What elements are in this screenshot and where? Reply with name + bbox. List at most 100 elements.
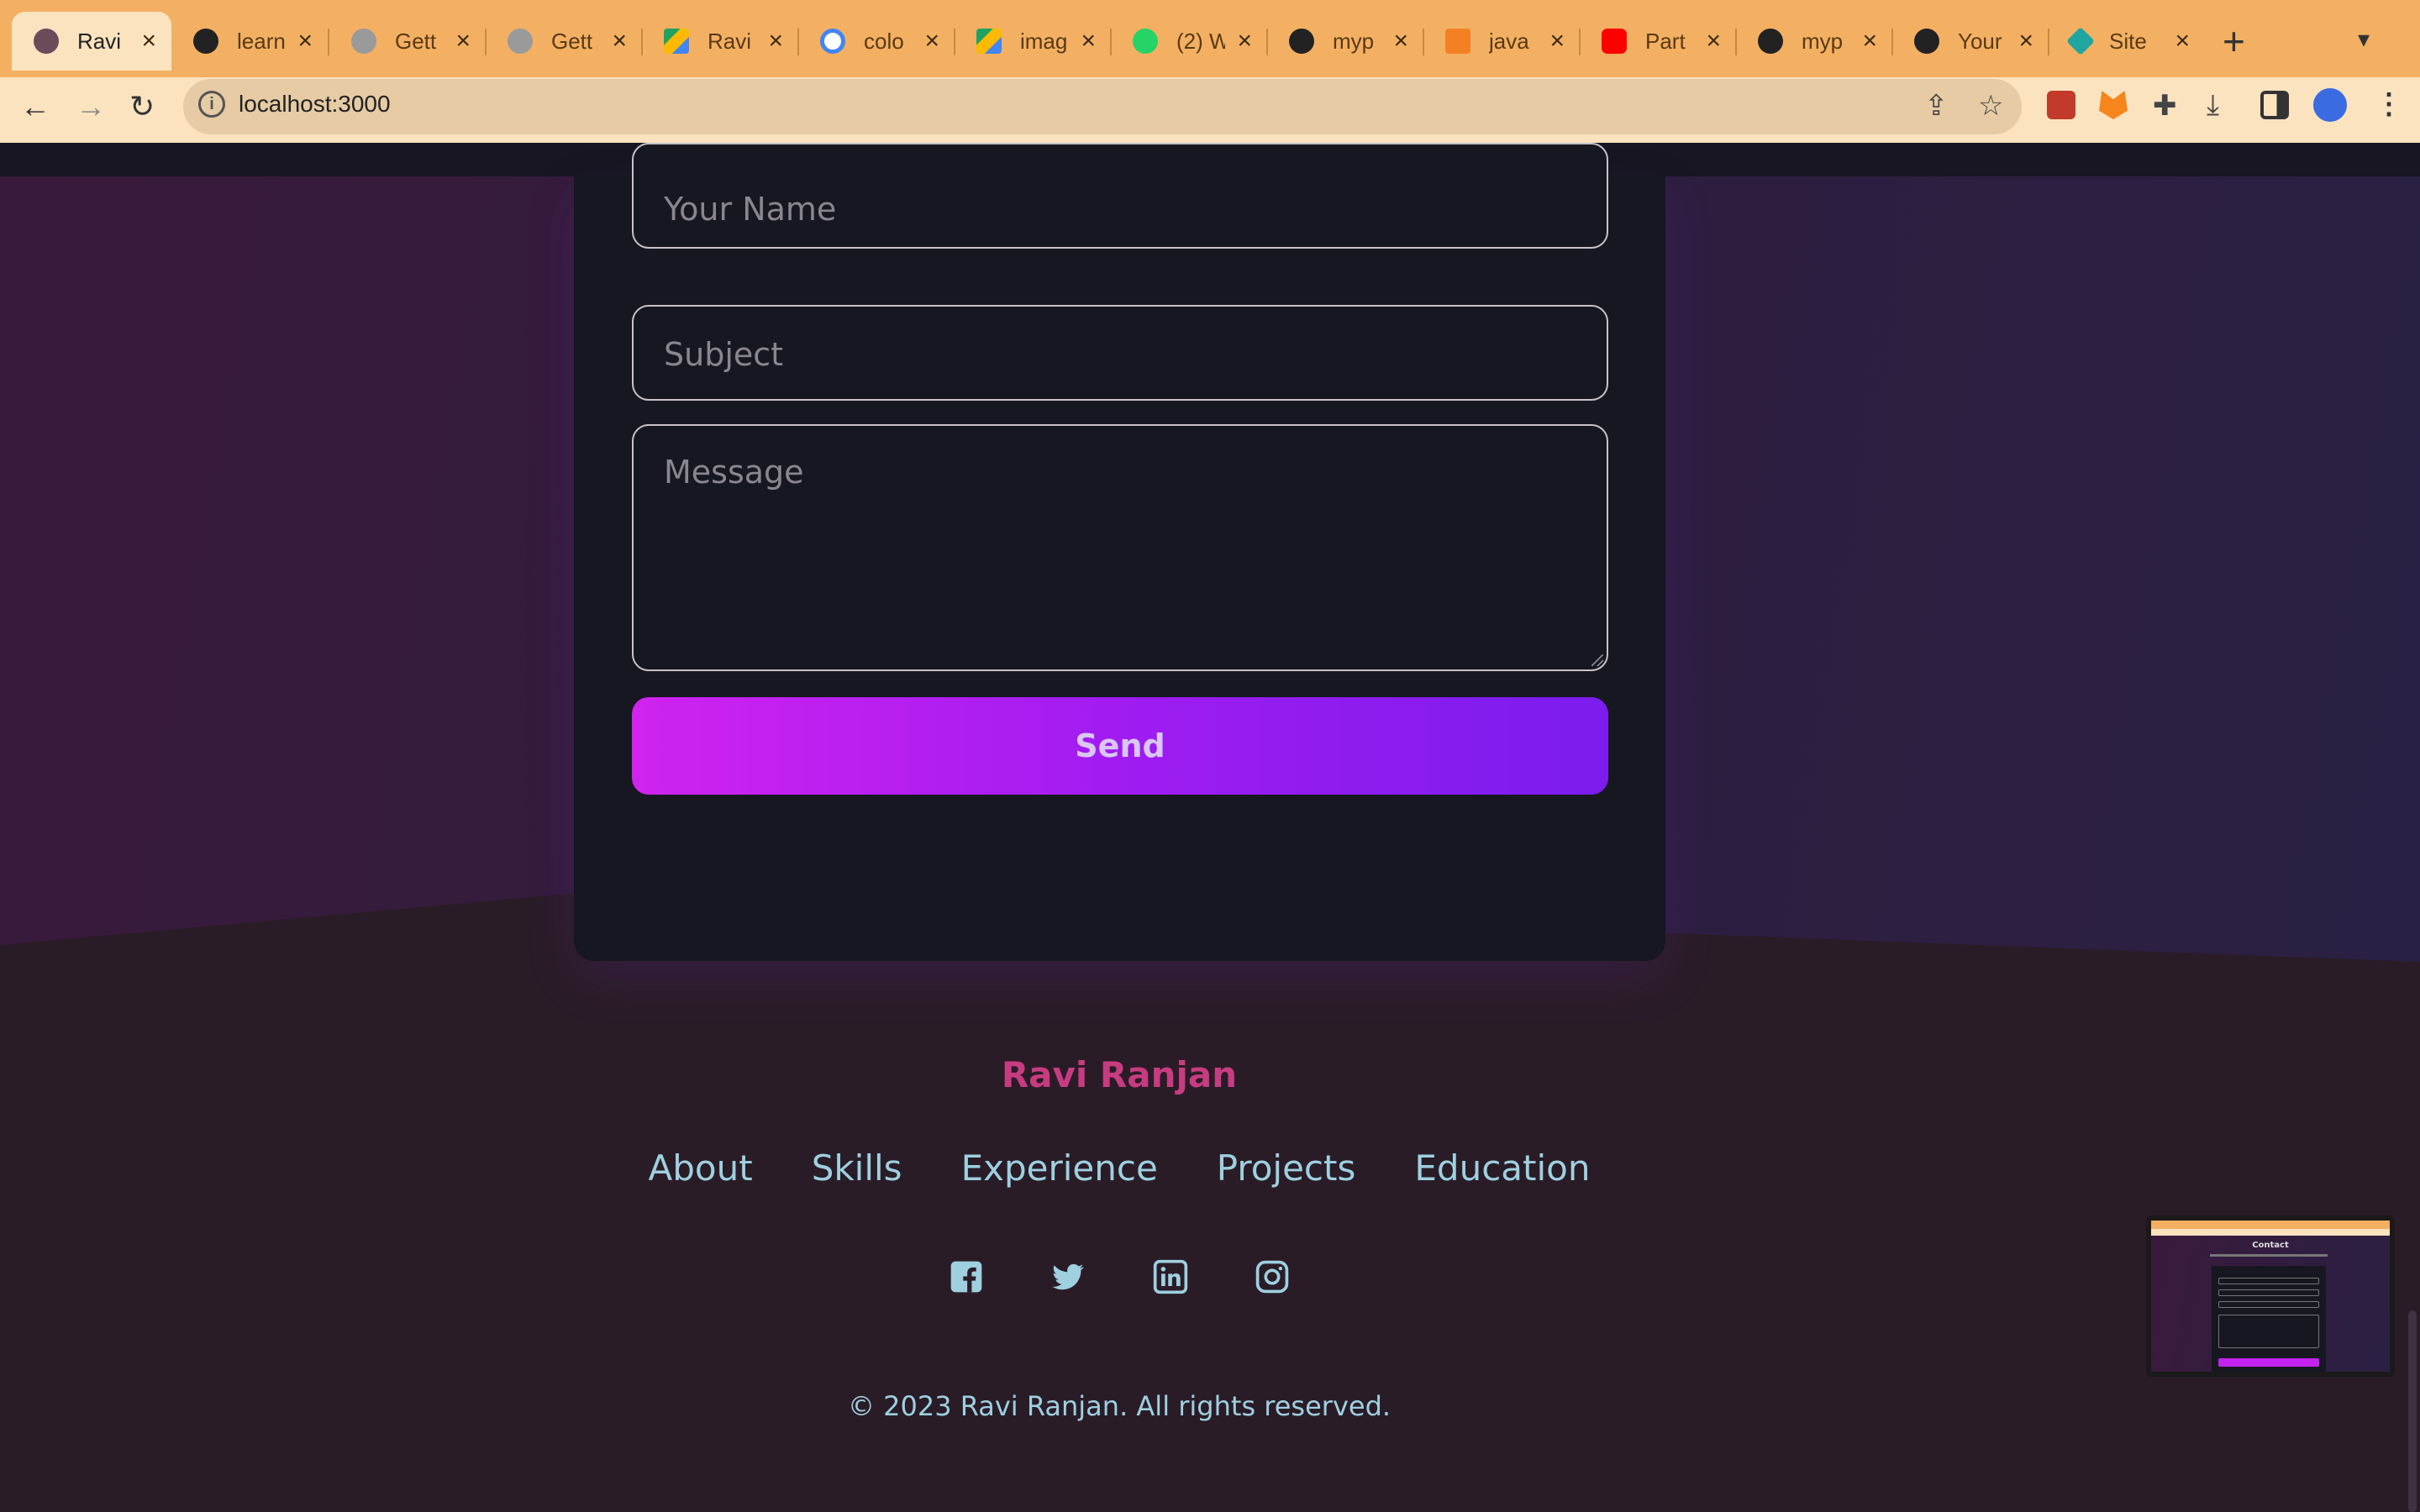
tab-gett-2[interactable]: Gett × <box>486 12 642 71</box>
message-textarea[interactable]: Message <box>632 424 1608 671</box>
close-icon[interactable]: × <box>924 27 939 55</box>
address-url[interactable]: localhost:3000 <box>239 91 391 118</box>
forward-arrow-icon[interactable]: → <box>76 89 106 124</box>
close-icon[interactable]: × <box>1706 27 1721 55</box>
google-drive-icon <box>664 29 689 54</box>
tab-imag[interactable]: imag × <box>955 12 1111 71</box>
thumb-subtitle-line <box>2210 1254 2328 1257</box>
tab-title: myp <box>1333 28 1375 54</box>
address-bar[interactable] <box>183 79 2022 134</box>
close-icon[interactable]: × <box>1237 27 1252 55</box>
github-icon <box>1758 29 1783 54</box>
site-icon <box>2066 27 2095 55</box>
twitter-icon[interactable] <box>1050 1258 1086 1295</box>
profile-avatar[interactable] <box>2311 86 2349 124</box>
thumb-field <box>2218 1315 2319 1348</box>
message-placeholder: Message <box>664 454 804 491</box>
tab-gett-1[interactable]: Gett × <box>329 12 486 71</box>
github-icon <box>1289 29 1314 54</box>
whatsapp-icon <box>1133 29 1158 54</box>
tab-whatsapp[interactable]: (2) W × <box>1111 12 1267 71</box>
tab-title: Ravi <box>708 28 752 54</box>
page-scrollbar-thumb[interactable] <box>2408 1310 2417 1512</box>
close-icon[interactable]: × <box>2175 27 2190 55</box>
page-viewport: Your Name Subject Message Send Ravi Ranj… <box>0 143 2420 1512</box>
close-icon[interactable]: × <box>1393 27 1408 55</box>
download-icon[interactable]: ⤓ <box>2207 89 2219 122</box>
tab-title: (2) W <box>1176 28 1225 54</box>
footer-nav: About Skills Experience Projects Educati… <box>0 1147 2238 1189</box>
tab-title: myp <box>1802 28 1844 54</box>
stackoverflow-icon <box>1445 29 1470 54</box>
tab-learn[interactable]: learn × <box>171 12 328 71</box>
tab-title: imag <box>1020 28 1068 54</box>
subject-input[interactable]: Subject <box>632 305 1608 401</box>
tab-java[interactable]: java × <box>1423 12 1580 71</box>
github-icon <box>193 29 218 54</box>
thumb-form-card <box>2212 1266 2326 1372</box>
footer-link-experience[interactable]: Experience <box>961 1147 1158 1189</box>
github-icon <box>1914 29 1939 54</box>
back-arrow-icon[interactable]: ← <box>20 89 50 124</box>
tab-title: learn <box>237 28 286 54</box>
side-panel-icon[interactable] <box>2260 91 2289 119</box>
new-tab-plus-icon[interactable]: + <box>2223 18 2245 64</box>
browser-menu-kebab-icon[interactable]: ⋮ <box>2375 87 2403 121</box>
tab-part[interactable]: Part × <box>1580 12 1736 71</box>
tab-myp-1[interactable]: myp × <box>1267 12 1423 71</box>
footer-link-education[interactable]: Education <box>1414 1147 1590 1189</box>
tab-ravi-active[interactable]: Ravi × <box>12 12 171 71</box>
instagram-icon[interactable] <box>1254 1258 1291 1295</box>
tab-your[interactable]: Your × <box>1892 12 2049 71</box>
send-button[interactable]: Send <box>632 697 1608 795</box>
reload-icon[interactable]: ↻ <box>129 89 155 124</box>
bookmark-star-icon[interactable]: ☆ <box>1978 89 2003 123</box>
footer-link-about[interactable]: About <box>649 1147 753 1189</box>
tab-colo[interactable]: colo × <box>798 12 955 71</box>
tab-site[interactable]: Site × <box>2049 12 2205 71</box>
thumb-body: Contact <box>2151 1236 2390 1372</box>
share-icon[interactable]: ⇪ <box>1924 89 1949 123</box>
tab-title: java <box>1489 28 1529 54</box>
puzzle-extensions-icon[interactable]: ✚ <box>2153 89 2177 123</box>
site-info-icon[interactable]: i <box>198 91 225 118</box>
google-icon <box>820 29 845 54</box>
thumb-field <box>2218 1301 2319 1308</box>
tab-myp-2[interactable]: myp × <box>1736 12 1892 71</box>
close-icon[interactable]: × <box>2018 27 2033 55</box>
close-icon[interactable]: × <box>455 27 471 55</box>
extension-icon[interactable] <box>2047 91 2075 119</box>
footer-link-skills[interactable]: Skills <box>812 1147 902 1189</box>
close-icon[interactable]: × <box>1862 27 1877 55</box>
name-input[interactable]: Your Name <box>632 143 1608 249</box>
globe-icon <box>508 29 533 54</box>
copyright-text: © 2023 Ravi Ranjan. All rights reserved. <box>847 1390 1392 1422</box>
name-placeholder: Your Name <box>664 191 837 228</box>
close-icon[interactable]: × <box>1549 27 1565 55</box>
tab-search-chevron-icon[interactable]: ▾ <box>2358 25 2370 53</box>
thumb-tabbar <box>2151 1221 2390 1229</box>
thumb-field <box>2218 1278 2319 1284</box>
close-icon[interactable]: × <box>1081 27 1096 55</box>
footer-link-projects[interactable]: Projects <box>1217 1147 1356 1189</box>
facebook-icon[interactable] <box>948 1258 985 1295</box>
tab-title: Ravi <box>77 28 122 54</box>
screenshot-preview-thumbnail[interactable]: Contact <box>2146 1215 2395 1377</box>
close-icon[interactable]: × <box>141 27 156 55</box>
footer-brand-name: Ravi Ranjan <box>1001 1054 1238 1095</box>
close-icon[interactable]: × <box>297 27 313 55</box>
resize-grip-icon[interactable] <box>1591 654 1603 666</box>
close-icon[interactable]: × <box>768 27 783 55</box>
contact-form-card: Your Name Subject Message Send <box>574 143 1665 961</box>
tab-title: Gett <box>551 28 593 54</box>
tab-title: Part <box>1645 28 1686 54</box>
tab-ravi-drive[interactable]: Ravi × <box>642 12 798 71</box>
tab-title: colo <box>864 28 904 54</box>
close-icon[interactable]: × <box>612 27 627 55</box>
youtube-icon <box>1602 29 1627 54</box>
linkedin-icon[interactable] <box>1152 1258 1189 1295</box>
thumb-toolbar <box>2151 1229 2390 1236</box>
thumb-title: Contact <box>2252 1241 2289 1250</box>
browser-tab-strip: Ravi × learn × Gett × Gett × Ravi × colo… <box>0 0 2420 77</box>
globe-icon <box>351 29 376 54</box>
